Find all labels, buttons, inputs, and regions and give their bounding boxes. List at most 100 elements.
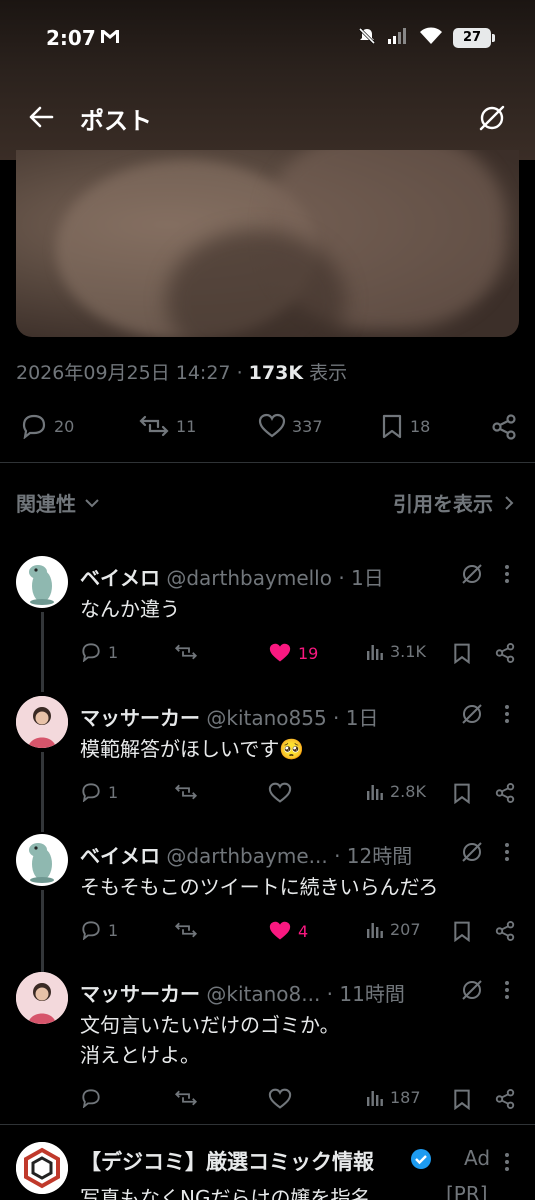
chevron-right-icon: [505, 495, 514, 510]
reply-count: 1: [108, 920, 119, 940]
share-icon[interactable]: [494, 782, 516, 804]
share-button[interactable]: [490, 413, 518, 441]
reply-icon: [82, 643, 100, 662]
repost-button[interactable]: [174, 642, 198, 662]
repost-icon: [174, 922, 198, 938]
reply-button[interactable]: 1: [80, 782, 118, 802]
views-button[interactable]: 187: [366, 1088, 421, 1107]
grok-icon[interactable]: [460, 978, 484, 1006]
bookmark-icon[interactable]: [452, 1088, 472, 1110]
more-options-icon[interactable]: [503, 702, 511, 730]
reply-time: · 11時間: [326, 982, 405, 1006]
like-count: 337: [292, 416, 323, 436]
reply-text: 模範解答がほしいです🥺: [80, 737, 305, 761]
views-count: 207: [390, 920, 421, 939]
reply-icon: [22, 414, 46, 439]
view-quotes-label: 引用を表示: [393, 492, 493, 516]
reply-header: ベイメロ @darthbayme... · 12時間: [80, 840, 412, 869]
sort-dropdown[interactable]: 関連性: [16, 488, 100, 517]
like-count: 4: [298, 921, 309, 941]
user-handle[interactable]: @kitano855: [206, 706, 326, 730]
verified-badge-icon: [410, 1148, 432, 1174]
repost-icon: [174, 1090, 198, 1106]
ad-post[interactable]: 【デジコミ】厳選コミック情報 Ad 写真もなくNGだらけの嬢を指名... [PR…: [0, 1128, 535, 1200]
bookmark-count: 18: [410, 416, 431, 436]
user-handle[interactable]: @darthbaymello: [166, 566, 332, 590]
analytics-icon: [367, 1090, 383, 1106]
views-label: 表示: [309, 362, 348, 384]
user-handle[interactable]: @kitano8...: [206, 982, 320, 1006]
avatar[interactable]: [16, 556, 68, 608]
reply-item[interactable]: マッサーカー @kitano8... · 11時間 文句言いたいだけのゴミか。 …: [0, 972, 535, 1120]
display-name[interactable]: ベイメロ: [80, 566, 160, 590]
display-name[interactable]: マッサーカー: [80, 706, 200, 730]
heart-filled-icon: [269, 643, 291, 662]
video-thumbnail[interactable]: [16, 150, 519, 337]
ad-avatar[interactable]: [16, 1142, 68, 1194]
reply-header: マッサーカー @kitano8... · 11時間: [80, 978, 405, 1007]
reply-button[interactable]: 1: [80, 920, 118, 940]
post-meta: 2026年09月25日 14:27 · 173K 表示: [16, 358, 347, 385]
top-navbar: ポスト: [0, 95, 535, 141]
views-button[interactable]: 207: [366, 920, 421, 939]
repost-button[interactable]: [174, 782, 198, 802]
ad-account-name[interactable]: 【デジコミ】厳選コミック情報: [80, 1146, 374, 1176]
views-count: 187: [390, 1088, 421, 1107]
bookmark-icon: [382, 414, 402, 439]
divider: [0, 1124, 535, 1125]
chevron-down-icon: [85, 498, 99, 507]
reply-item[interactable]: マッサーカー @kitano855 · 1日 模範解答がほしいです🥺 1 2.8…: [0, 696, 535, 836]
display-name[interactable]: マッサーカー: [80, 982, 200, 1006]
meta-separator: ·: [236, 362, 243, 384]
views-button[interactable]: 2.8K: [366, 782, 426, 801]
repost-button[interactable]: [174, 920, 198, 940]
display-name[interactable]: ベイメロ: [80, 844, 160, 868]
avatar[interactable]: [16, 834, 68, 886]
reply-item[interactable]: ベイメロ @darthbaymello · 1日 なんか違う 1 19 3.1K: [0, 556, 535, 696]
view-quotes-link[interactable]: 引用を表示: [393, 488, 515, 517]
like-button[interactable]: [268, 782, 298, 804]
back-arrow-icon[interactable]: [28, 105, 54, 133]
reply-icon: [82, 1089, 100, 1108]
share-icon[interactable]: [494, 920, 516, 942]
like-button[interactable]: 4: [268, 920, 308, 942]
grok-icon[interactable]: [460, 562, 484, 590]
more-options-icon[interactable]: [503, 1150, 511, 1178]
grok-icon[interactable]: [460, 702, 484, 730]
reply-button[interactable]: 1: [80, 642, 118, 662]
reply-sort-bar: 関連性 引用を表示: [0, 486, 535, 522]
share-icon[interactable]: [494, 1088, 516, 1110]
repost-button[interactable]: [174, 1088, 198, 1108]
like-button[interactable]: [268, 1088, 292, 1110]
reply-item[interactable]: ベイメロ @darthbayme... · 12時間 そもそもこのツイートに続き…: [0, 834, 535, 974]
reply-time: · 1日: [333, 706, 379, 730]
repost-button[interactable]: 11: [138, 413, 196, 439]
grok-icon[interactable]: [460, 840, 484, 868]
avatar[interactable]: [16, 972, 68, 1024]
reply-time: · 12時間: [334, 844, 413, 868]
more-options-icon[interactable]: [503, 562, 511, 590]
like-button[interactable]: 19: [268, 642, 318, 664]
analytics-icon: [367, 922, 383, 938]
grok-icon[interactable]: [477, 103, 507, 137]
bookmark-icon[interactable]: [452, 782, 472, 804]
page-title: ポスト: [80, 107, 152, 135]
bookmark-icon[interactable]: [452, 642, 472, 664]
more-options-icon[interactable]: [503, 978, 511, 1006]
bookmark-button[interactable]: 18: [380, 413, 430, 439]
reply-text: そもそもこのツイートに続きいらんだろ: [80, 875, 439, 899]
more-options-icon[interactable]: [503, 840, 511, 868]
views-button[interactable]: 3.1K: [366, 642, 426, 661]
post-timestamp: 2026年09月25日 14:27: [16, 362, 231, 384]
repost-icon: [174, 784, 198, 800]
bookmark-icon[interactable]: [452, 920, 472, 942]
avatar[interactable]: [16, 696, 68, 748]
like-button[interactable]: 337: [258, 413, 323, 439]
status-bar: 2:07 27: [0, 20, 535, 56]
reply-count: 1: [108, 642, 119, 662]
reply-button[interactable]: [80, 1088, 102, 1108]
mute-icon: [357, 26, 377, 50]
reply-button[interactable]: 20: [20, 413, 74, 439]
share-icon[interactable]: [494, 642, 516, 664]
user-handle[interactable]: @darthbayme...: [166, 844, 327, 868]
